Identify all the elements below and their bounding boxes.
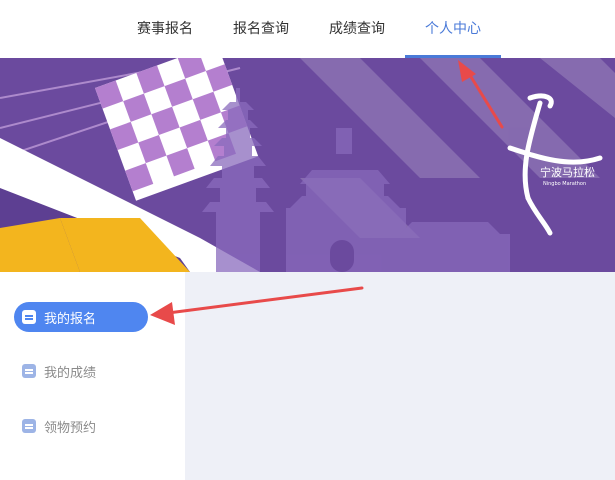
sidebar: 我的报名 我的成绩 领物预约 <box>0 272 185 480</box>
nav-personal-center[interactable]: 个人中心 <box>405 0 501 58</box>
banner-artwork: 宁波马拉松 Ningbo Marathon <box>0 58 615 272</box>
page: 赛事报名 报名查询 成绩查询 个人中心 宁波马拉松 Ningbo Maratho… <box>0 0 615 480</box>
main-content <box>185 272 615 480</box>
nav-registration-query[interactable]: 报名查询 <box>222 0 300 58</box>
logo-text-cn: 宁波马拉松 <box>540 165 595 179</box>
nav-results-query[interactable]: 成绩查询 <box>318 0 396 58</box>
marathon-banner: 宁波马拉松 Ningbo Marathon <box>0 58 615 272</box>
sidebar-item-my-results[interactable]: 我的成绩 <box>14 356 148 386</box>
top-nav: 赛事报名 报名查询 成绩查询 个人中心 <box>0 0 615 58</box>
nav-event-registration[interactable]: 赛事报名 <box>126 0 204 58</box>
logo-text-en: Ningbo Marathon <box>543 181 586 187</box>
sidebar-item-label: 领物预约 <box>44 420 97 436</box>
sidebar-item-my-registration[interactable]: 我的报名 <box>14 302 148 332</box>
nav-label: 成绩查询 <box>329 21 385 37</box>
document-icon <box>22 419 36 433</box>
document-icon <box>22 310 36 324</box>
document-icon <box>22 364 36 378</box>
sidebar-item-label: 我的成绩 <box>44 365 97 381</box>
nav-label: 赛事报名 <box>137 21 193 37</box>
sidebar-item-pickup-reservation[interactable]: 领物预约 <box>14 411 148 441</box>
nav-label: 报名查询 <box>233 21 289 37</box>
nav-label: 个人中心 <box>425 21 481 37</box>
sidebar-item-label: 我的报名 <box>44 311 97 327</box>
